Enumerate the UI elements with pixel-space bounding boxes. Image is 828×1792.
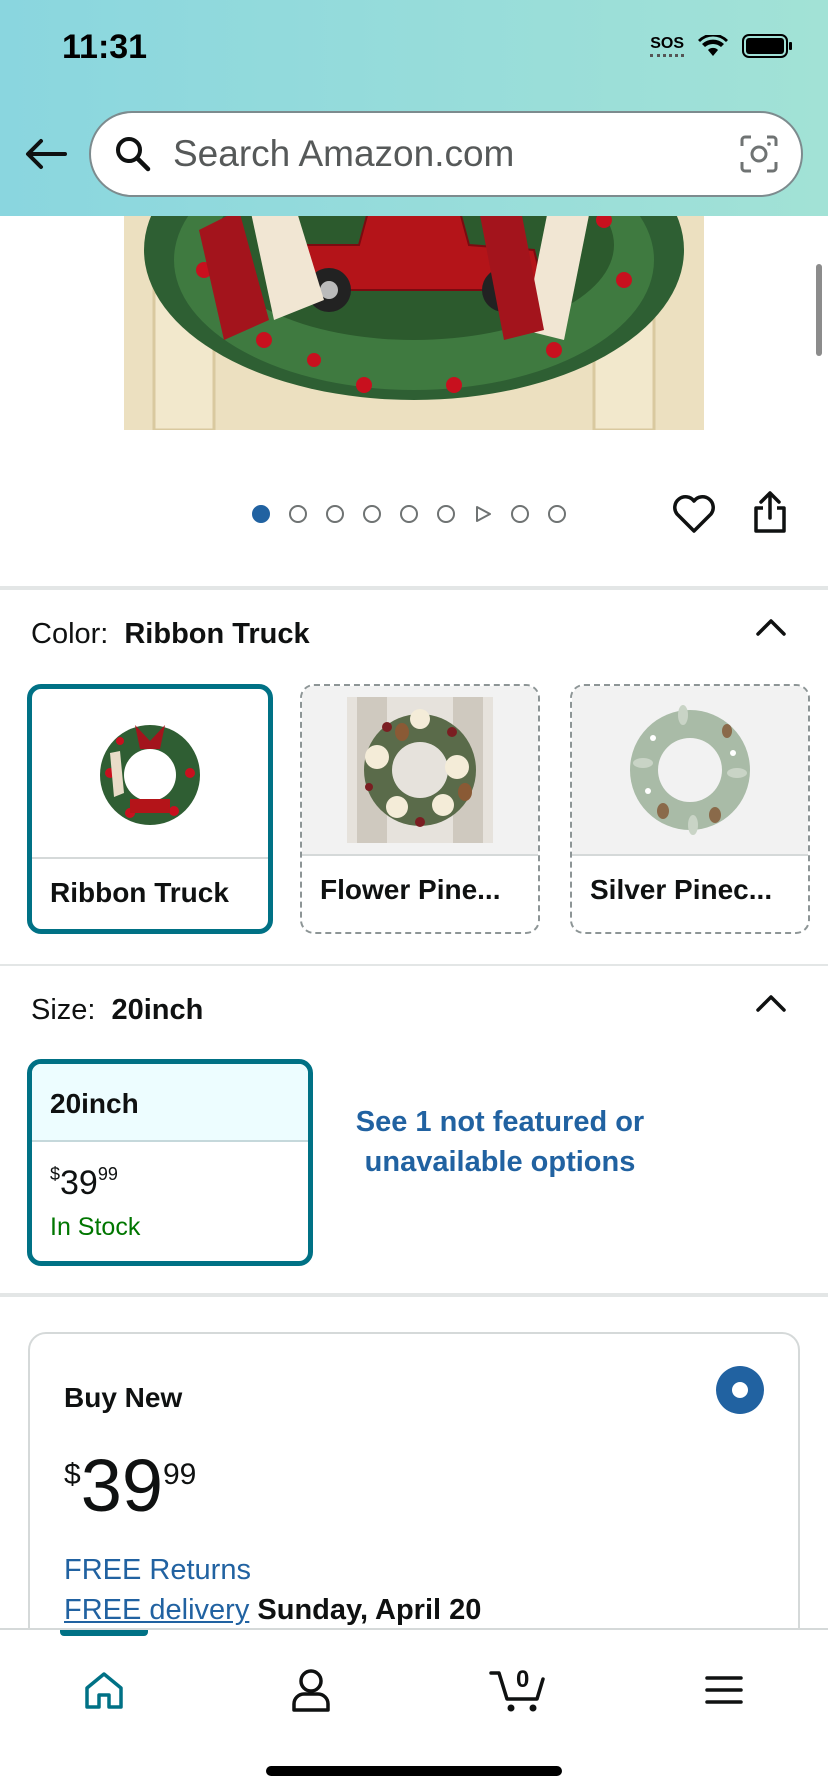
buy-price: $ 39 99 [64, 1446, 196, 1526]
size-collapse-button[interactable] [754, 990, 788, 1014]
status-time: 11:31 [62, 28, 148, 66]
active-tab-indicator [60, 1630, 148, 1636]
size-selected-value: 20inch [111, 994, 204, 1026]
size-label-row: Size: 20inch [31, 994, 203, 1027]
price-whole: 39 [60, 1164, 98, 1202]
search-icon [113, 134, 153, 174]
delivery-date: Sunday, April 20 [257, 1594, 482, 1626]
chevron-up-icon [756, 995, 786, 1012]
hamburger-menu-icon [705, 1676, 743, 1704]
see-unavailable-options-link[interactable]: See 1 not featured or unavailable option… [348, 1102, 652, 1182]
tab-home[interactable] [74, 1660, 134, 1720]
size-option-title: 20inch [32, 1064, 308, 1142]
section-divider [0, 586, 828, 590]
wifi-icon [698, 35, 728, 57]
gallery-dot[interactable] [252, 505, 270, 523]
section-divider [0, 964, 828, 966]
free-returns-link[interactable]: FREE Returns [64, 1554, 251, 1587]
delivery-info: FREE delivery Sunday, April 20 [64, 1594, 481, 1627]
swatch-image [302, 686, 538, 856]
status-icons: SOS [650, 34, 794, 58]
color-selected-value: Ribbon Truck [124, 618, 310, 650]
price-fraction: 99 [163, 1458, 197, 1491]
gallery-dot[interactable] [437, 505, 455, 523]
back-button[interactable] [22, 134, 70, 174]
share-icon [754, 491, 786, 533]
search-bar[interactable] [89, 111, 803, 197]
chevron-up-icon [756, 619, 786, 636]
price-symbol: $ [50, 1164, 61, 1184]
stock-status: In Stock [50, 1213, 141, 1241]
gallery-dot[interactable] [326, 505, 344, 523]
page-scrollbar[interactable] [816, 264, 822, 356]
gallery-dot[interactable] [400, 505, 418, 523]
swatch-image [572, 686, 808, 856]
heart-icon [673, 495, 715, 533]
flower-pine-wreath-thumb [347, 697, 493, 843]
price-fraction: 99 [97, 1164, 118, 1184]
size-option-20inch[interactable]: 20inch $3999 In Stock [27, 1059, 313, 1266]
gallery-dot[interactable] [289, 505, 307, 523]
color-label: Color: [31, 618, 109, 650]
arrow-left-icon [26, 139, 67, 169]
top-header: 11:31 SOS [0, 0, 828, 216]
size-label: Size: [31, 994, 96, 1026]
gallery-dot[interactable] [511, 505, 529, 523]
color-option-silver-pinecone[interactable]: Silver Pinec... [570, 684, 810, 934]
search-input[interactable] [173, 133, 737, 175]
gallery-dot[interactable] [363, 505, 381, 523]
gallery-dot[interactable] [548, 505, 566, 523]
price-symbol: $ [64, 1458, 81, 1491]
silver-pinecone-wreath-thumb [630, 705, 750, 835]
swatch-label: Ribbon Truck [50, 877, 229, 908]
color-option-flower-pine[interactable]: Flower Pine... [300, 684, 540, 934]
person-icon [292, 1669, 330, 1712]
tab-cart[interactable]: 0 [488, 1660, 548, 1720]
buy-new-title: Buy New [64, 1382, 183, 1413]
section-divider [0, 1293, 828, 1297]
play-icon [476, 506, 491, 522]
swatch-label: Flower Pine... [320, 874, 501, 905]
free-delivery-link[interactable]: FREE delivery [64, 1594, 249, 1626]
gallery-pagination[interactable] [252, 505, 566, 523]
camera-search-icon[interactable] [737, 132, 781, 176]
wishlist-button[interactable] [672, 494, 720, 542]
color-option-ribbon-truck[interactable]: Ribbon Truck [27, 684, 273, 934]
cart-count-badge: 0 [516, 1666, 530, 1693]
buy-new-radio[interactable] [716, 1366, 764, 1414]
color-label-row: Color: Ribbon Truck [31, 618, 310, 651]
battery-icon [742, 34, 794, 58]
share-button[interactable] [752, 490, 788, 542]
sos-indicator: SOS [650, 35, 684, 57]
size-option-price: $3999 [32, 1142, 308, 1203]
ribbon-truck-wreath-thumb [100, 725, 200, 825]
home-indicator[interactable] [266, 1766, 562, 1776]
color-collapse-button[interactable] [754, 614, 788, 638]
tab-menu[interactable] [694, 1660, 754, 1720]
tab-account[interactable] [281, 1660, 341, 1720]
home-icon [85, 1672, 123, 1709]
price-whole: 39 [80, 1444, 163, 1527]
swatch-label: Silver Pinec... [590, 874, 773, 905]
gallery-video-dot[interactable] [474, 505, 492, 523]
swatch-image [32, 689, 268, 859]
